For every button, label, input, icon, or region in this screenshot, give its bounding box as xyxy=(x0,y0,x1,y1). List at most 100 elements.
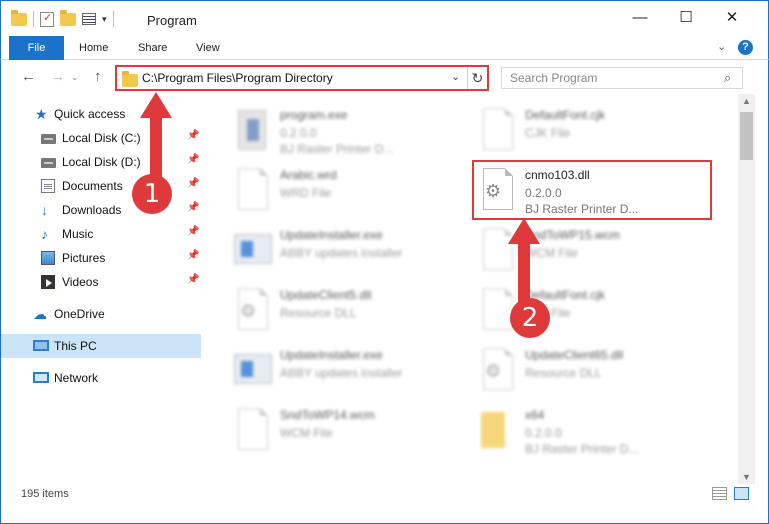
large-icons-view-icon[interactable] xyxy=(734,487,749,500)
view-icon[interactable] xyxy=(82,13,96,25)
minimize-button[interactable]: — xyxy=(617,1,663,33)
file-name: UpdateInstaller.exe xyxy=(280,228,383,242)
maximize-button[interactable]: ☐ xyxy=(663,1,709,33)
star-icon: ★ xyxy=(35,106,48,122)
expand-ribbon-icon[interactable]: ⌄ xyxy=(717,40,726,53)
ribbon: File Home Share View ⌄ ? xyxy=(0,36,769,60)
file-type: WRD File xyxy=(280,186,332,200)
status-bar: 195 items xyxy=(0,484,769,524)
window-edge xyxy=(755,94,769,484)
sidebar-item-label: Quick access xyxy=(54,107,126,121)
file-item[interactable]: UpdateInstaller.exe ABBY updates install… xyxy=(232,346,462,406)
pin-icon[interactable]: 📌 xyxy=(187,130,199,141)
tab-share[interactable]: Share xyxy=(138,36,167,60)
file-name: DefaultFont.cjk xyxy=(525,108,606,122)
vertical-scrollbar[interactable]: ▲ ▼ xyxy=(738,94,755,484)
sidebar-item-this-pc[interactable]: This PC xyxy=(1,334,201,358)
sidebar-item-videos[interactable]: Videos 📌 xyxy=(1,270,201,294)
address-path[interactable]: C:\Program Files\Program Directory xyxy=(142,71,333,85)
file-name: program.exe xyxy=(280,108,348,122)
folder-icon[interactable] xyxy=(11,9,27,26)
file-type: Resource DLL xyxy=(525,366,602,380)
pin-icon[interactable]: 📌 xyxy=(187,154,199,165)
file-type: CJK File xyxy=(525,126,571,140)
new-folder-icon[interactable] xyxy=(60,9,76,26)
sidebar-item-network[interactable]: Network xyxy=(1,366,201,390)
file-description: BJ Raster Printer D... xyxy=(280,142,394,156)
refresh-button[interactable]: ↻ xyxy=(467,67,487,89)
details-view-icon[interactable] xyxy=(712,487,727,500)
up-button[interactable]: ↑ xyxy=(94,68,102,85)
file-name: x64 xyxy=(525,408,545,422)
file-type: WCM File xyxy=(525,246,578,260)
forward-button[interactable]: → xyxy=(50,68,65,85)
tab-file[interactable]: File xyxy=(9,36,64,60)
dll-icon: ⚙ xyxy=(232,286,272,334)
item-count: 195 items xyxy=(21,488,69,500)
file-name: UpdateClient5.dll xyxy=(280,288,372,302)
help-icon[interactable]: ? xyxy=(738,40,753,55)
file-item[interactable]: Arabic.wrd WRD File xyxy=(232,166,462,226)
sidebar-item-downloads[interactable]: ↓ Downloads 📌 xyxy=(1,198,201,222)
pin-icon[interactable]: 📌 xyxy=(187,202,199,213)
sidebar-item-pictures[interactable]: Pictures 📌 xyxy=(1,246,201,270)
sidebar-item-label: Music xyxy=(62,227,94,241)
file-description: BJ Raster Printer D... xyxy=(525,442,639,456)
scroll-thumb[interactable] xyxy=(740,112,753,160)
close-button[interactable]: ✕ xyxy=(709,1,755,33)
sidebar-item-label: Network xyxy=(54,371,99,385)
document-icon xyxy=(232,166,272,214)
highlight-box xyxy=(472,160,712,220)
tab-view[interactable]: View xyxy=(196,36,220,60)
sidebar-item-label: Videos xyxy=(62,275,99,289)
pin-icon[interactable]: 📌 xyxy=(187,274,199,285)
scroll-up-icon[interactable]: ▲ xyxy=(742,96,751,106)
sidebar-item-local-disk-d[interactable]: Local Disk (D:) 📌 xyxy=(1,150,201,174)
package-icon xyxy=(232,106,272,154)
arrow-shaft xyxy=(150,116,162,178)
installer-icon xyxy=(232,346,272,394)
document-icon xyxy=(232,406,272,454)
sidebar-item-onedrive[interactable]: ☁ OneDrive xyxy=(1,302,201,326)
tab-home[interactable]: Home xyxy=(79,36,108,60)
quick-access-toolbar: ▾ xyxy=(11,9,114,27)
folder-icon xyxy=(477,406,517,454)
file-version: 0.2.0.0 xyxy=(280,126,317,140)
sidebar-item-music[interactable]: ♪ Music 📌 xyxy=(1,222,201,246)
sidebar-item-label: This PC xyxy=(54,339,97,353)
address-bar[interactable]: C:\Program Files\Program Directory ⌄ ↻ xyxy=(115,65,489,91)
step-2-badge: 2 xyxy=(510,298,550,338)
pin-icon[interactable]: 📌 xyxy=(187,250,199,261)
file-type: WCM File xyxy=(280,426,333,440)
file-item[interactable]: program.exe 0.2.0.0 BJ Raster Printer D.… xyxy=(232,106,462,166)
recent-locations-icon[interactable]: ⌄ xyxy=(71,72,79,83)
network-icon xyxy=(33,372,49,383)
pc-icon xyxy=(33,340,49,351)
file-type: ABBY updates installer xyxy=(280,246,403,260)
file-item[interactable]: UpdateInstaller.exe ABBY updates install… xyxy=(232,226,462,286)
customize-dropdown-icon[interactable]: ▾ xyxy=(102,14,107,25)
pin-icon[interactable]: 📌 xyxy=(187,178,199,189)
file-item[interactable]: ⚙ UpdateClient5.dll Resource DLL xyxy=(232,286,462,346)
file-item[interactable]: ⚙ UpdateClient65.dll Resource DLL xyxy=(477,346,707,406)
file-item[interactable]: SndToWP14.wcm WCM File xyxy=(232,406,462,466)
search-input[interactable]: Search Program ⌕ xyxy=(501,67,743,89)
folder-icon xyxy=(122,71,138,87)
file-name: UpdateInstaller.exe xyxy=(280,348,383,362)
disk-icon xyxy=(41,134,56,144)
downloads-icon: ↓ xyxy=(41,202,48,218)
file-item[interactable]: x64 0.2.0.0 BJ Raster Printer D... xyxy=(477,406,707,466)
pin-icon[interactable]: 📌 xyxy=(187,226,199,237)
scroll-down-icon[interactable]: ▼ xyxy=(742,472,751,482)
address-dropdown-icon[interactable]: ⌄ xyxy=(451,70,460,83)
back-button[interactable]: ← xyxy=(21,68,36,85)
navigation-pane: ★ Quick access Local Disk (C:) 📌 Local D… xyxy=(0,94,202,484)
sidebar-item-label: Local Disk (C:) xyxy=(62,131,141,145)
file-item[interactable]: DefaultFont.cjk CJK File xyxy=(477,106,707,166)
properties-icon[interactable] xyxy=(40,11,54,27)
sidebar-item-label: Pictures xyxy=(62,251,106,265)
file-name: UpdateClient65.dll xyxy=(525,348,624,362)
cloud-icon: ☁ xyxy=(33,306,47,322)
search-icon[interactable]: ⌕ xyxy=(724,70,731,86)
sidebar-item-local-disk-c[interactable]: Local Disk (C:) 📌 xyxy=(1,126,201,150)
